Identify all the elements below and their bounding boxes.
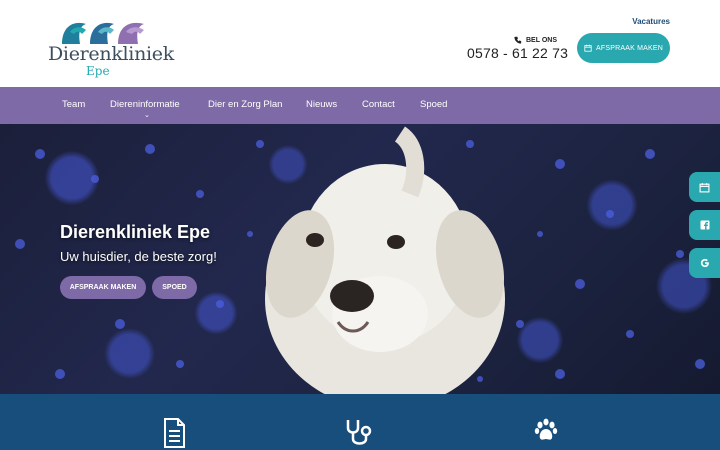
google-icon [700,258,709,268]
hero-afspraak-button[interactable]: AFSPRAAK MAKEN [60,276,146,299]
logo-title: Dierenkliniek [48,43,174,65]
logo-subtitle: Epe [86,64,110,78]
document-icon[interactable] [162,418,186,448]
vacatures-link[interactable]: Vacatures [632,17,670,26]
nav-item-contact[interactable]: Contact [362,99,395,110]
calendar-icon [584,44,592,52]
hero-spoed-button[interactable]: SPOED [152,276,197,299]
chevron-down-icon[interactable]: ⌄ [144,111,150,119]
hero-subtitle: Uw huisdier, de beste zorg! [60,249,217,264]
hero-title: Dierenkliniek Epe [60,222,211,242]
main-nav: Team Diereninformatie ⌄ Dier en Zorg Pla… [0,87,720,124]
nav-item-dier-en-zorg-plan[interactable]: Dier en Zorg Plan [208,99,282,110]
stethoscope-icon[interactable] [344,418,376,448]
nav-item-diereninformatie[interactable]: Diereninformatie [110,99,180,110]
logo[interactable]: Dierenkliniek Epe [48,18,174,80]
calendar-icon [699,182,710,192]
nav-item-team[interactable]: Team [62,99,85,110]
side-tab-facebook[interactable] [689,210,720,240]
logo-icon [62,22,144,44]
phone-number[interactable]: 0578 - 61 22 73 [467,45,568,61]
site-header: Dierenkliniek Epe Vacatures BEL ONS 0578… [0,0,720,87]
puppy-image [265,126,505,394]
side-tab-google[interactable] [689,248,720,278]
phone-icon [514,36,522,44]
nav-item-nieuws[interactable]: Nieuws [306,99,337,110]
hero-banner: Dierenkliniek Epe Uw huisdier, de beste … [0,124,720,394]
side-tab-calendar[interactable] [689,172,720,202]
nav-item-spoed[interactable]: Spoed [420,99,447,110]
bel-ons-label: BEL ONS [514,36,557,44]
afspraak-maken-label: AFSPRAAK MAKEN [596,44,663,52]
afspraak-maken-button[interactable]: AFSPRAAK MAKEN [577,33,670,63]
facebook-icon [700,220,709,230]
bel-ons-text: BEL ONS [526,36,557,44]
services-band [0,394,720,450]
paw-icon[interactable] [534,418,558,444]
